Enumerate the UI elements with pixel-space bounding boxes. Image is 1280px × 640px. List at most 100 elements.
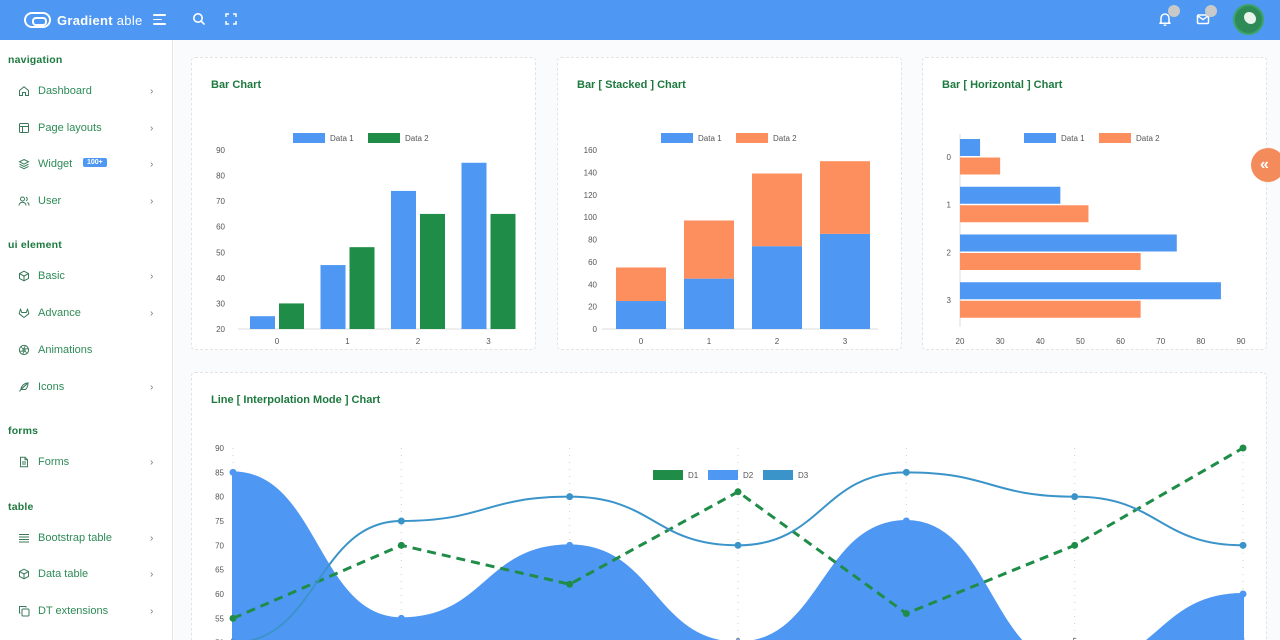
bar <box>960 139 981 156</box>
sidebar-item-label: Icons <box>38 381 65 393</box>
bar <box>461 162 487 329</box>
legend-swatch <box>368 133 400 143</box>
bar-chart-card: Bar Chart Data 1 Data 2 20 30 40 50 60 70 80 90 0 1… <box>191 57 536 350</box>
sidebar-item-widget[interactable]: Widget 100+ › <box>0 152 172 176</box>
y-tick-label: 65 <box>215 566 224 575</box>
sidebar-item-page-layouts[interactable]: Page layouts › <box>0 116 172 140</box>
brand-name: Gradient able <box>57 12 143 28</box>
y-tick-label: 80 <box>588 236 597 245</box>
logo-mark-icon <box>24 12 51 28</box>
sidebar-item-dt-extensions[interactable]: DT extensions › <box>0 599 172 623</box>
data-point <box>1071 541 1079 549</box>
stacked-bar-chart: Data 1 Data 2 0 20 40 60 80 100 120 140 160 0 1 2 3 <box>584 133 878 346</box>
data-point <box>566 580 574 588</box>
y-tick-label: 90 <box>216 146 225 155</box>
sidebar: navigation Dashboard › Page layouts › Wi… <box>0 40 173 640</box>
data-point <box>1071 493 1079 501</box>
search-icon[interactable] <box>191 11 207 27</box>
chevron-right-icon: › <box>150 605 154 617</box>
chevrons-left-icon: « <box>1260 156 1269 173</box>
legend-swatch <box>1024 133 1056 143</box>
y-tick-label: 55 <box>215 614 224 623</box>
horizontal-bar-chart: Data 1 Data 2 20 30 40 50 60 70 80 90 0 1 2 3 <box>947 133 1246 346</box>
line-chart-card: Line [ Interpolation Mode ] Chart 455055… <box>191 372 1267 640</box>
y-tick-label: 100 <box>584 213 598 222</box>
bar <box>349 247 375 329</box>
x-tick-label: 70 <box>1156 337 1165 346</box>
x-tick-label: 0 <box>639 337 644 346</box>
stacked-bar-segment <box>752 173 802 247</box>
data-point <box>397 614 405 622</box>
x-tick-label: 90 <box>1237 337 1246 346</box>
home-icon <box>19 86 29 96</box>
data-point <box>397 541 405 549</box>
bar <box>279 303 304 329</box>
nav-caption-table: table <box>8 501 34 513</box>
y-tick-label: 20 <box>216 325 225 334</box>
stacked-bar-segment <box>752 246 802 329</box>
data-point <box>734 488 742 496</box>
nav-caption-navigation: navigation <box>8 54 63 66</box>
sidebar-item-label: User <box>38 195 62 207</box>
box-icon <box>19 270 29 282</box>
x-tick-label: 80 <box>1196 337 1205 346</box>
sidebar-item-icons[interactable]: Icons › <box>0 375 172 399</box>
sidebar-item-advance[interactable]: Advance › <box>0 301 172 325</box>
stacked-bar-segment <box>684 220 734 279</box>
data-point <box>397 517 405 525</box>
fullscreen-icon[interactable] <box>223 11 239 27</box>
bar <box>960 157 1001 175</box>
y-tick-label: 80 <box>215 493 224 502</box>
data-point <box>902 468 910 476</box>
legend-swatch <box>1099 133 1131 143</box>
y-tick-label: 40 <box>216 274 225 283</box>
legend-swatch <box>661 133 693 143</box>
bar <box>320 265 346 329</box>
data-point <box>566 493 574 501</box>
sidebar-item-label: Forms <box>38 456 70 468</box>
chevron-right-icon: › <box>150 158 154 170</box>
sidebar-item-label: Widget <box>38 158 73 170</box>
y-tick-label: 2 <box>947 248 952 257</box>
menu-toggle-icon[interactable] <box>153 14 166 25</box>
legend-label: D2 <box>743 471 754 480</box>
top-navbar: Gradient able <box>0 0 1280 40</box>
sidebar-item-dashboard[interactable]: Dashboard › <box>0 79 172 103</box>
legend-label: Data 2 <box>773 134 797 143</box>
x-tick-label: 40 <box>1036 337 1045 346</box>
data-point <box>902 517 910 525</box>
layers-icon <box>18 158 30 170</box>
user-avatar[interactable] <box>1233 4 1264 35</box>
sidebar-item-animations[interactable]: Animations <box>0 338 172 362</box>
customizer-toggle-button[interactable]: « <box>1251 148 1280 182</box>
box-icon <box>19 568 29 580</box>
legend-label: D1 <box>688 471 699 480</box>
data-point <box>1239 590 1247 598</box>
data-point <box>1239 444 1247 452</box>
bar <box>420 213 445 329</box>
x-tick-label: 2 <box>775 337 780 346</box>
nav-caption-forms: forms <box>8 425 39 437</box>
x-tick-label: 1 <box>707 337 712 346</box>
y-tick-label: 70 <box>216 197 225 206</box>
file-text-icon <box>20 456 28 468</box>
sidebar-item-bootstrap-table[interactable]: Bootstrap table › <box>0 526 172 550</box>
y-tick-label: 40 <box>588 280 597 289</box>
brand-logo[interactable]: Gradient able <box>24 12 143 28</box>
sidebar-item-data-table[interactable]: Data table › <box>0 562 172 586</box>
sidebar-item-user[interactable]: User › <box>0 189 172 213</box>
y-tick-label: 20 <box>588 303 597 312</box>
bar-chart: Data 1 Data 2 20 30 40 50 60 70 80 90 0 1 2 3 <box>216 133 516 346</box>
bar <box>960 253 1141 270</box>
message-badge <box>1205 5 1217 17</box>
sidebar-item-forms[interactable]: Forms › <box>0 450 172 474</box>
x-tick-label: 3 <box>843 337 848 346</box>
sidebar-item-label: DT extensions <box>38 605 109 617</box>
sidebar-item-label: Animations <box>38 344 93 356</box>
sidebar-item-label: Bootstrap table <box>38 532 112 544</box>
sidebar-item-basic[interactable]: Basic › <box>0 264 172 288</box>
chevron-right-icon: › <box>150 307 154 319</box>
legend-label: Data 2 <box>405 134 429 143</box>
y-tick-label: 1 <box>947 201 952 210</box>
sidebar-item-label: Page layouts <box>38 122 102 134</box>
